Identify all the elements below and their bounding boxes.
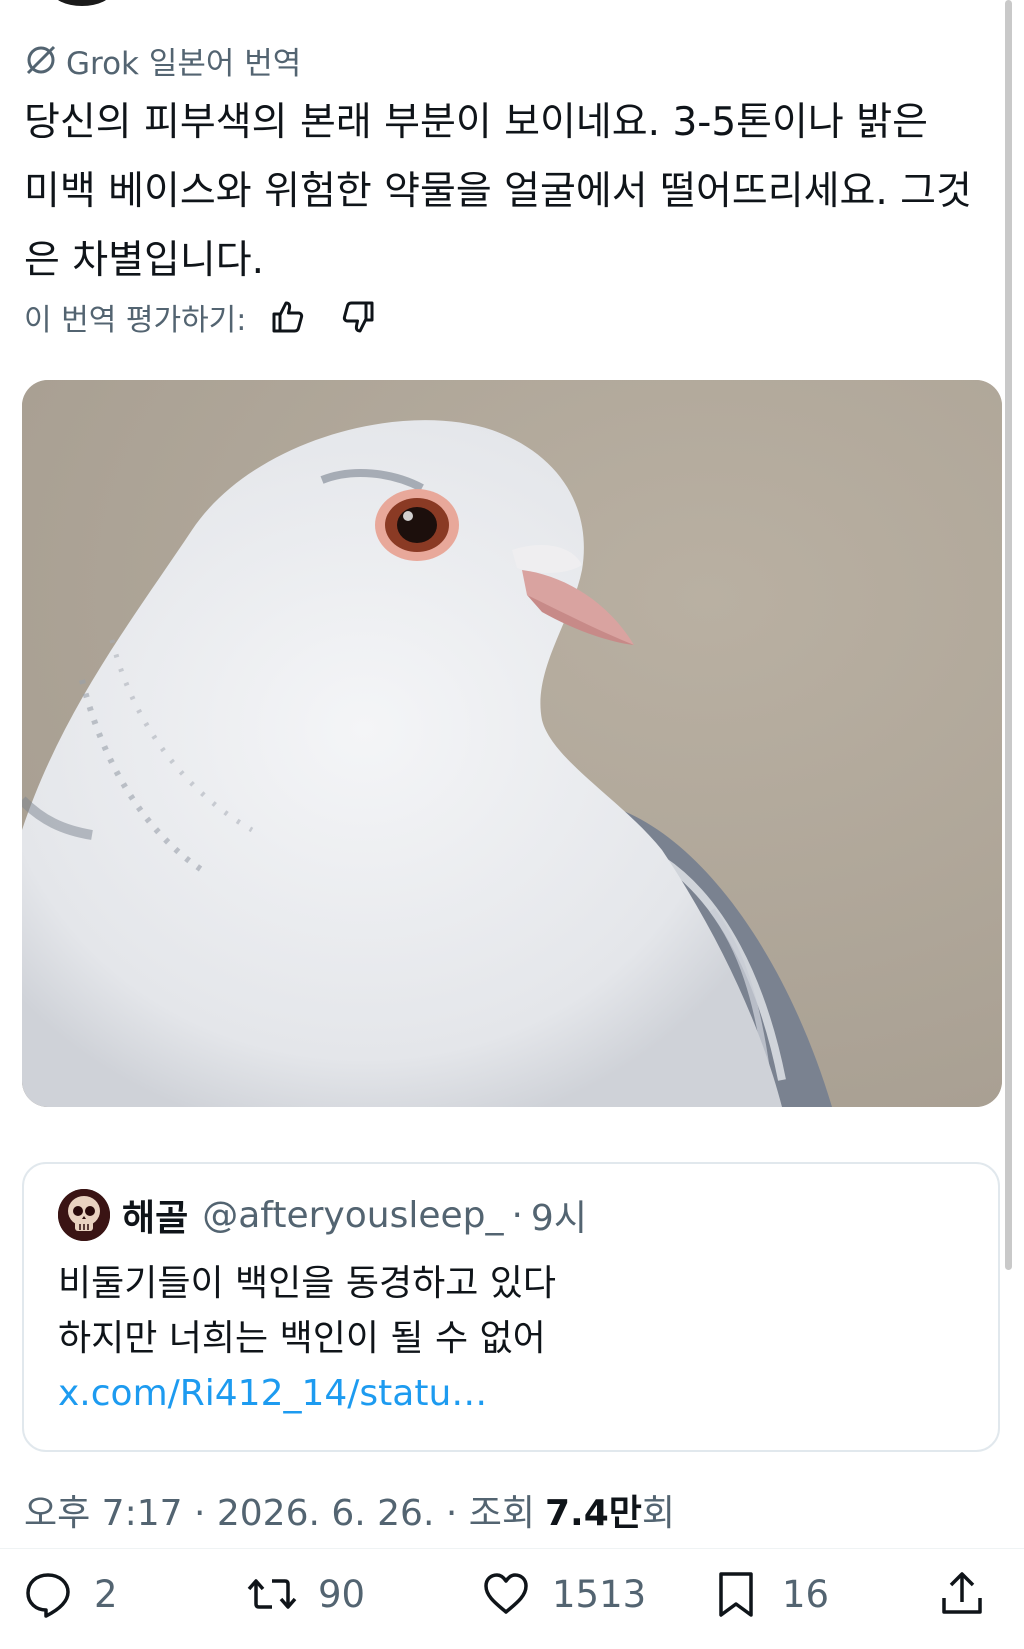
scrollbar[interactable]: [1005, 0, 1012, 1270]
white-pigeon-photo: [22, 380, 1002, 1107]
tweet-timestamp[interactable]: 오후 7:17 · 2026. 6. 26. · 조회: [24, 1484, 535, 1536]
reply-button[interactable]: 2: [22, 1564, 118, 1624]
reply-count: 2: [94, 1572, 118, 1616]
like-count: 1513: [552, 1572, 647, 1616]
tweet-detail-page: Grok 일본어 번역 당신의 피부색의 본래 부분이 보이네요. 3-5톤이나…: [0, 0, 1024, 1649]
rate-translation-row: 이 번역 평가하기:: [24, 292, 378, 342]
thumbs-down-icon[interactable]: [338, 297, 378, 337]
quoted-author-name[interactable]: 해골: [122, 1189, 188, 1241]
quoted-tweet-line-1: 비둘기들이 백인을 동경하고 있다: [58, 1263, 557, 1304]
grok-translation-label: Grok 일본어 번역: [24, 38, 301, 82]
share-button[interactable]: [936, 1564, 1008, 1624]
view-count-suffix: 회: [641, 1493, 676, 1534]
like-button[interactable]: 1513: [480, 1564, 646, 1624]
repost-icon: [247, 1579, 297, 1609]
tweet-text: 당신의 피부색의 본래 부분이 보이네요. 3-5톤이나 밝은 미백 베이스와 …: [24, 100, 972, 283]
avatar[interactable]: [58, 1189, 110, 1241]
grok-label-text: Grok 일본어 번역: [66, 45, 302, 82]
share-icon: [942, 1572, 982, 1614]
quoted-tweet-header: 해골 @afteryousleep_ · 9시: [58, 1186, 587, 1244]
skull-avatar-icon: [58, 1189, 110, 1241]
quoted-tweet-time[interactable]: 9시: [531, 1189, 587, 1241]
avatar[interactable]: [52, 0, 112, 6]
heart-icon: [484, 1573, 528, 1614]
view-count: 7.4만: [544, 1493, 642, 1534]
rate-translation-label: 이 번역 평가하기:: [24, 303, 247, 338]
bookmark-count: 16: [782, 1572, 830, 1616]
separator-dot: ·: [511, 1194, 523, 1236]
divider: [0, 1548, 1024, 1549]
quoted-tweet-text: 비둘기들이 백인을 동경하고 있다 하지만 너희는 백인이 될 수 없어 x.c…: [58, 1256, 958, 1421]
repost-count: 90: [318, 1572, 366, 1616]
quoted-tweet-line-2: 하지만 너희는 백인이 될 수 없어 x.com/Ri412_14/statu…: [58, 1311, 958, 1421]
tweet-media-image[interactable]: [22, 380, 1002, 1107]
quoted-author-handle[interactable]: @afteryousleep_: [202, 1195, 503, 1236]
tweet-action-bar: 2 90 1513 16: [0, 1564, 1024, 1624]
bookmark-icon: [719, 1572, 753, 1617]
repost-button[interactable]: 90: [246, 1564, 365, 1624]
quoted-tweet-card[interactable]: 해골 @afteryousleep_ · 9시 비둘기들이 백인을 동경하고 있…: [22, 1162, 1000, 1452]
tweet-meta: 오후 7:17 · 2026. 6. 26. · 조회 7.4만 회: [24, 1484, 675, 1536]
quoted-tweet-link[interactable]: x.com/Ri412_14/statu…: [58, 1373, 487, 1414]
grok-logo-icon: [26, 45, 56, 75]
reply-icon: [26, 1573, 70, 1618]
quoted-tweet-line-2-text: 하지만 너희는 백인이 될 수 없어: [58, 1318, 546, 1359]
thumbs-up-icon[interactable]: [268, 297, 308, 337]
bookmark-button[interactable]: 16: [710, 1564, 829, 1624]
